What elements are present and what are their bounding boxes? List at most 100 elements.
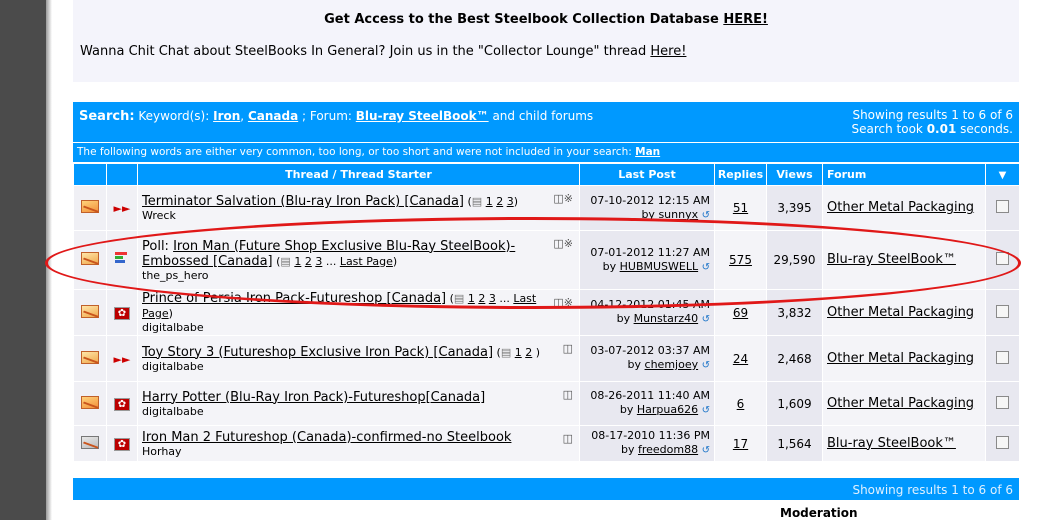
go-to-last-post-icon[interactable]: ↺ (702, 404, 710, 418)
views-count: 3,395 (777, 201, 812, 215)
thread-starter[interactable]: Horhay (142, 445, 575, 458)
select-menu-header[interactable]: ▼ (985, 163, 1020, 186)
select-cell (985, 289, 1020, 336)
page-2-link[interactable]: 2 (478, 292, 485, 305)
views-cell: 2,468 (766, 335, 823, 382)
thread-title-cell: Iron Man 2 Futureshop (Canada)-confirmed… (137, 425, 580, 462)
sort-lastpost-link[interactable]: Last Post (618, 168, 676, 181)
last-post-cell: 08-17-2010 11:36 PM by freedom88 ↺ (579, 425, 715, 462)
last-post-user-link[interactable]: Munstarz40 (634, 312, 699, 325)
forum-cell: Other Metal Packaging (822, 185, 986, 231)
last-post-user-link[interactable]: chemjoey (645, 358, 699, 371)
keyword-canada-link[interactable]: Canada (248, 109, 298, 123)
views-cell: 3,395 (766, 185, 823, 231)
last-post-user-link[interactable]: Harpua626 (637, 403, 698, 416)
thread-title-link[interactable]: Iron Man 2 Futureshop (Canada)-confirmed… (142, 430, 511, 445)
last-page-link[interactable]: Last Page (340, 255, 393, 268)
forum-link[interactable]: Other Metal Packaging (827, 305, 974, 320)
thread-select-checkbox[interactable] (996, 304, 1009, 318)
last-post-cell: 08-26-2011 11:40 AM by Harpua626 ↺ (579, 381, 715, 426)
views-count: 29,590 (773, 253, 816, 267)
views-count: 3,832 (777, 305, 812, 320)
thread-title-link[interactable]: Prince of Persia Iron Pack-Futureshop [C… (142, 291, 446, 306)
thread-select-checkbox[interactable] (996, 252, 1009, 265)
page-1-link[interactable]: 1 (486, 195, 493, 208)
last-post-time: 11:36 PM (658, 429, 710, 442)
thread-starter[interactable]: digitalbabe (142, 321, 575, 334)
page-1-link[interactable]: 1 (294, 255, 301, 268)
go-to-last-post-icon[interactable]: ↺ (702, 261, 710, 275)
replies-link[interactable]: 17 (733, 437, 748, 451)
col-replies-header[interactable]: Replies (714, 163, 767, 186)
page-3-link[interactable]: 3 (489, 292, 496, 305)
last-post-by: by (619, 403, 637, 416)
forum-link[interactable]: Blu-ray SteelBook™ (827, 436, 956, 451)
replies-cell: 17 (714, 425, 767, 462)
ignored-word-link[interactable]: Man (635, 146, 660, 158)
replies-link[interactable]: 51 (733, 201, 748, 215)
views-count: 1,564 (777, 436, 812, 451)
last-post-user-link[interactable]: sunnyx (658, 208, 698, 221)
chevron-down-icon[interactable]: ▼ (999, 170, 1007, 181)
go-to-last-post-icon[interactable]: ↺ (702, 209, 710, 223)
poll-prefix: Poll: (142, 238, 174, 254)
multipage-icon: ▤ (471, 195, 483, 208)
last-post-date: 08-17-2010 (591, 429, 656, 442)
forum-cell: Other Metal Packaging (822, 289, 986, 336)
trash-icon: ◫ (562, 432, 573, 445)
last-post-time: 01:45 AM (657, 298, 710, 311)
page-2-link[interactable]: 2 (496, 195, 503, 208)
col-lastpost-header[interactable]: Last Post (579, 163, 715, 186)
last-post-user-link[interactable]: HUBMUSWELL (620, 260, 698, 273)
database-link[interactable]: HERE! (723, 12, 768, 27)
paperclip-icon: ※ (563, 237, 573, 250)
last-post-time: 11:27 AM (657, 245, 710, 259)
forum-link[interactable]: Other Metal Packaging (827, 396, 974, 411)
col-forum-header[interactable]: Forum (822, 163, 986, 186)
replies-link[interactable]: 24 (733, 352, 748, 366)
thread-starter[interactable]: digitalbabe (142, 405, 575, 418)
page-1-link[interactable]: 1 (468, 292, 475, 305)
thread-title-link[interactable]: Harry Potter (Blu-Ray Iron Pack)-Futures… (142, 390, 485, 405)
thread-status-icon (81, 435, 99, 449)
sort-views-link[interactable]: Views (776, 168, 812, 181)
forum-link[interactable]: Other Metal Packaging (827, 200, 974, 215)
page-2-link[interactable]: 2 (305, 255, 312, 268)
page-2-link[interactable]: 2 (525, 346, 532, 359)
thread-select-checkbox[interactable] (996, 395, 1009, 409)
replies-link[interactable]: 6 (737, 397, 745, 411)
thread-starter[interactable]: digitalbabe (142, 360, 575, 373)
thread-title-link[interactable]: Toy Story 3 (Futureshop Exclusive Iron P… (142, 345, 493, 360)
keyword-iron-link[interactable]: Iron (213, 109, 240, 123)
canada-flag-icon: ✿ (114, 398, 130, 411)
collector-lounge-link[interactable]: Here! (650, 44, 686, 59)
forum-link[interactable]: Blu-ray SteelBook™ (827, 252, 956, 267)
forum-link[interactable]: Other Metal Packaging (827, 351, 974, 366)
pages-ellipsis: ... (322, 254, 340, 268)
thread-starter[interactable]: Wreck (142, 209, 575, 222)
col-views-header[interactable]: Views (766, 163, 823, 186)
last-post-user-link[interactable]: freedom88 (638, 443, 698, 456)
col-thread-header[interactable]: Thread / Thread Starter (137, 163, 580, 186)
thread-starter[interactable]: the_ps_hero (142, 269, 575, 282)
page-3-link[interactable]: 3 (507, 195, 514, 208)
trash-icon: ◫ (553, 296, 564, 309)
sort-forum-link[interactable]: Forum (827, 168, 866, 181)
search-forum-link[interactable]: Blu-ray SteelBook™ (356, 109, 489, 123)
thread-select-checkbox[interactable] (996, 435, 1009, 449)
pages-close: ) (392, 254, 398, 268)
thread-title-link[interactable]: Terminator Salvation (Blu-ray Iron Pack)… (142, 194, 464, 209)
sort-thread-link[interactable]: Thread / Thread Starter (285, 168, 432, 181)
last-post-date: 04-12-2012 (590, 298, 655, 311)
replies-link[interactable]: 69 (733, 306, 748, 320)
go-to-last-post-icon[interactable]: ↺ (702, 313, 710, 327)
thread-select-checkbox[interactable] (996, 200, 1009, 213)
sort-replies-link[interactable]: Replies (718, 168, 763, 181)
forum-cell: Other Metal Packaging (822, 381, 986, 426)
select-cell (985, 230, 1020, 290)
page-1-link[interactable]: 1 (515, 346, 522, 359)
thread-select-checkbox[interactable] (996, 350, 1009, 364)
go-to-last-post-icon[interactable]: ↺ (702, 444, 710, 458)
replies-link[interactable]: 575 (729, 253, 752, 267)
go-to-last-post-icon[interactable]: ↺ (702, 359, 710, 373)
